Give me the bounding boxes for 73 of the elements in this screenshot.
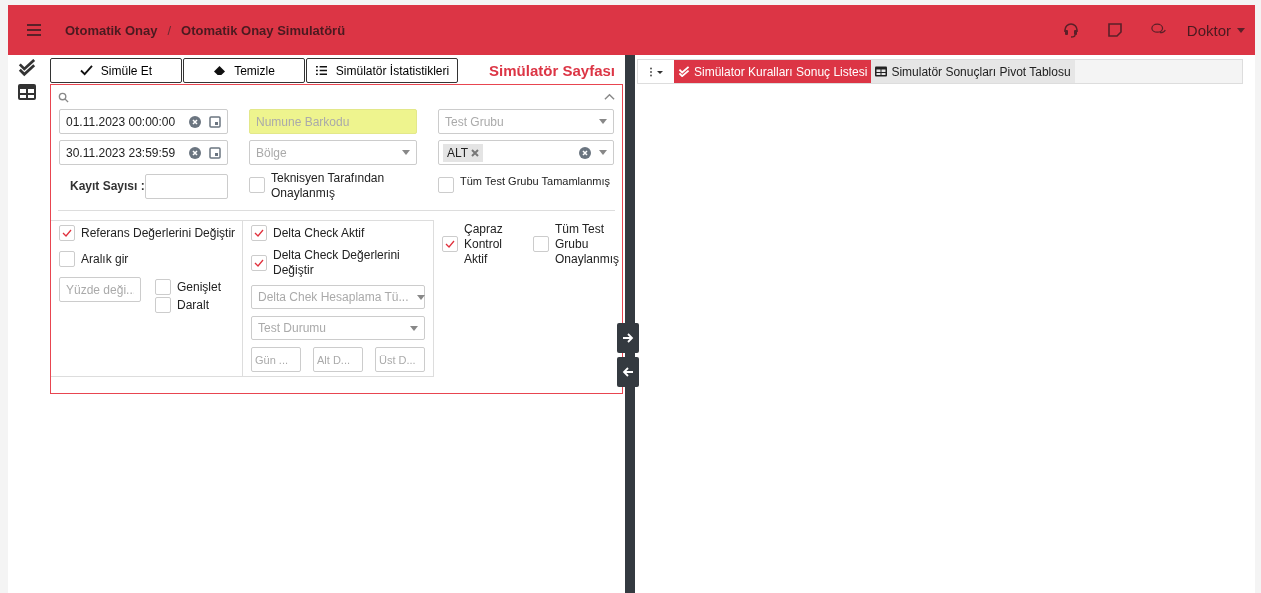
list-icon (314, 65, 328, 76)
checkmark-icon (62, 229, 72, 237)
clear-icon[interactable] (189, 146, 201, 159)
tab[interactable]: Simülator Kuralları Sonuç Listesi (674, 60, 872, 83)
checkbox-label: Referans Değerlerini Değiştir (81, 225, 236, 241)
breadcrumb-current: Otomatik Onay Simulatörü (181, 22, 346, 38)
note-icon[interactable] (1106, 22, 1123, 38)
double-check-icon[interactable] (16, 59, 37, 77)
checkbox-label: Teknisyen Tarafından Onaylanmış (271, 171, 386, 201)
toolbar-button[interactable]: Simüle Et (50, 58, 182, 83)
headset-icon[interactable] (1062, 22, 1079, 38)
checkbox[interactable] (155, 297, 171, 313)
arrow-right-icon (622, 333, 634, 343)
checkbox-label: Genişlet (177, 279, 222, 295)
table-icon[interactable] (16, 83, 37, 101)
checkmark-icon (445, 240, 455, 248)
checkbox[interactable] (59, 225, 75, 241)
checkbox[interactable] (442, 236, 458, 252)
checkbox-label: Tüm Test Grubu Onaylanmış (555, 222, 617, 267)
eraser-icon (213, 65, 227, 76)
tag-select[interactable]: ALT (438, 140, 614, 165)
breadcrumb-separator: / (167, 22, 172, 38)
record-count-label: Kayıt Sayısı : (70, 179, 145, 193)
clear-icon[interactable] (579, 146, 591, 159)
check-icon (79, 65, 93, 76)
checkbox-label: Delta Check Değerlerini Değiştir (273, 248, 401, 278)
calendar-icon[interactable] (209, 146, 221, 159)
double-check-icon (678, 66, 690, 77)
dropdown-icon (410, 325, 418, 331)
dropdown-icon (599, 119, 607, 124)
checkbox[interactable] (438, 177, 454, 193)
checkbox-label: Çapraz Kontrol Aktif (464, 222, 504, 267)
checkbox[interactable] (59, 251, 75, 267)
dropdown-icon (416, 294, 425, 300)
clear-icon[interactable] (189, 115, 201, 128)
caret-icon (1237, 27, 1245, 33)
more-icon (649, 66, 663, 77)
start-date-field[interactable]: 01.11.2023 00:00:00 (59, 109, 228, 134)
checkbox[interactable] (251, 255, 267, 271)
expand-left-button[interactable] (617, 357, 639, 387)
checkbox[interactable] (533, 236, 549, 252)
tag-chip[interactable]: ALT (443, 143, 484, 162)
percent-field[interactable]: Yüzde deği... (59, 277, 141, 302)
arrow-left-icon (622, 367, 634, 377)
checkbox[interactable] (155, 279, 171, 295)
page-title: Simülatör Sayfası (489, 62, 615, 79)
expand-right-button[interactable] (617, 323, 639, 353)
checkbox[interactable] (251, 225, 267, 241)
table-icon (875, 66, 888, 77)
checkbox-label: Daralt (177, 297, 209, 313)
record-count-field[interactable] (144, 173, 228, 199)
end-date-field[interactable]: 30.11.2023 23:59:59 (59, 140, 228, 165)
tab[interactable]: Simulatör Sonuçları Pivot Tablosu (871, 60, 1075, 83)
collapse-icon[interactable] (604, 91, 615, 103)
checkbox[interactable] (249, 177, 265, 193)
checkbox-label: Delta Check Aktif (273, 225, 365, 241)
dropdown-icon (402, 150, 410, 155)
search-icon[interactable] (58, 91, 69, 103)
remove-icon[interactable] (471, 148, 480, 157)
checkmark-icon (254, 259, 264, 267)
barcode-field[interactable]: Numune Barkodu (249, 109, 417, 134)
delta-value-field[interactable]: Gün ... (251, 347, 301, 372)
delta-value-field[interactable]: Alt D... (313, 347, 363, 372)
menu-icon[interactable] (27, 24, 41, 36)
checkbox-label: Aralık gir (81, 251, 129, 267)
toolbar-button[interactable]: Simülatör İstatistikleri (306, 58, 458, 83)
toolbar-button[interactable]: Temizle (183, 58, 305, 83)
delta-value-field[interactable]: Üst D... (375, 347, 425, 372)
calendar-icon[interactable] (209, 115, 221, 128)
checkbox-label: Tüm Test Grubu Tamamlanmış (460, 174, 610, 189)
dropdown-icon (599, 150, 607, 155)
checkmark-icon (254, 229, 264, 237)
more-menu[interactable] (638, 60, 674, 83)
